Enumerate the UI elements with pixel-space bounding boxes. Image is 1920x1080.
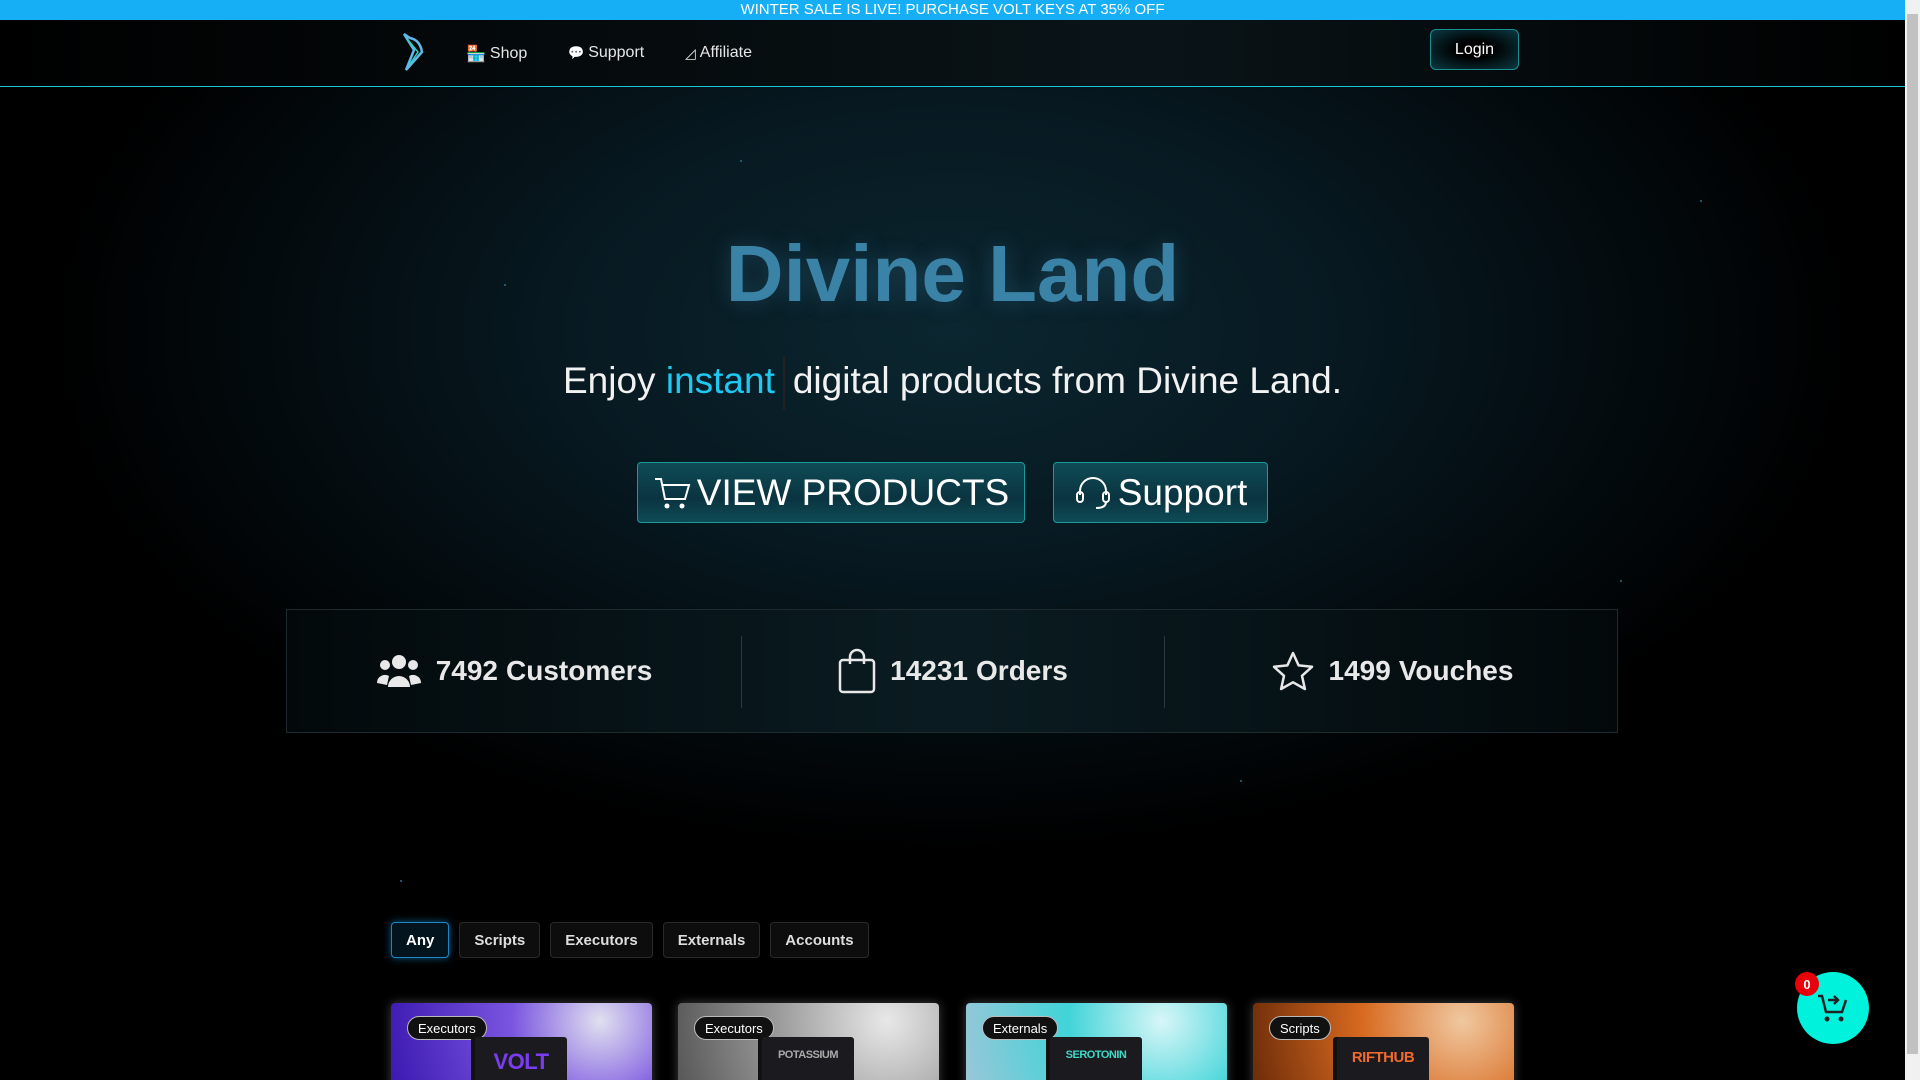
product-box-image: SEROTONIN	[1050, 1037, 1142, 1080]
product-card-serotonin[interactable]: Externals SEROTONIN	[966, 1003, 1227, 1080]
nav-label: Affiliate	[699, 44, 752, 61]
view-products-button[interactable]: VIEW PRODUCTS	[637, 462, 1025, 523]
cart-count-badge: 0	[1795, 972, 1819, 996]
hero-subtitle: Enjoy instant digital products from Divin…	[0, 356, 1905, 410]
product-card-rifthub[interactable]: Scripts RIFTHUB	[1253, 1003, 1514, 1080]
sale-banner[interactable]: WINTER SALE IS LIVE! PURCHASE VOLT KEYS …	[0, 0, 1905, 20]
nav-support[interactable]: 💬 Support	[568, 44, 644, 62]
logo-icon[interactable]	[400, 32, 426, 72]
scrollbar[interactable]	[1905, 0, 1920, 1080]
header: 🏪 Shop 💬 Support ◿ Affiliate Login	[0, 20, 1905, 87]
page-title: Divine Land	[725, 229, 1180, 318]
product-card-volt[interactable]: Executors VOLT	[391, 1003, 652, 1080]
product-card-potassium[interactable]: Executors POTASSIUM	[678, 1003, 939, 1080]
nav-label: Support	[588, 44, 645, 61]
filter-any[interactable]: Any	[391, 922, 450, 958]
stat-label: Customers	[506, 655, 653, 686]
chat-icon: 💬	[568, 45, 585, 60]
nav-label: Shop	[489, 45, 528, 62]
typing-caret	[782, 356, 785, 410]
product-tag: Scripts	[1269, 1016, 1331, 1040]
product-tag: Executors	[407, 1016, 487, 1040]
headset-icon	[1075, 476, 1110, 509]
chart-icon: ◿	[685, 44, 696, 61]
product-box-image: POTASSIUM	[762, 1037, 854, 1080]
subtitle-post: digital products from Divine Land.	[792, 359, 1342, 401]
store-icon: 🏪	[466, 46, 486, 63]
cart-arrow-icon	[1818, 994, 1848, 1022]
product-tag: Externals	[982, 1016, 1059, 1040]
view-products-label: VIEW PRODUCTS	[696, 471, 1010, 513]
stat-vouches: 1499 Vouches	[1165, 610, 1619, 732]
subtitle-highlight: instant	[665, 359, 775, 401]
stat-orders: 14231 Orders	[742, 610, 1164, 732]
filter-executors[interactable]: Executors	[550, 922, 653, 958]
stat-value: 1499	[1328, 655, 1391, 686]
product-name: SEROTONIN	[1065, 1049, 1127, 1061]
scrollbar-thumb[interactable]	[1907, 14, 1918, 1054]
product-name: VOLT	[493, 1049, 549, 1074]
page: WINTER SALE IS LIVE! PURCHASE VOLT KEYS …	[0, 0, 1905, 1080]
users-icon	[376, 655, 421, 687]
stat-customers: 7492 Customers	[287, 610, 741, 732]
stats-panel: 7492 Customers 14231 Orders 1499 Vouches	[286, 609, 1618, 733]
filter-externals[interactable]: Externals	[662, 922, 761, 958]
stat-value: 14231	[890, 655, 969, 686]
stat-label: Orders	[976, 655, 1068, 686]
product-box-image: RIFTHUB	[1337, 1037, 1429, 1080]
nav-affiliate[interactable]: ◿ Affiliate	[685, 44, 752, 62]
product-tag: Executors	[694, 1016, 774, 1040]
filter-scripts[interactable]: Scripts	[459, 922, 541, 958]
support-button[interactable]: Support	[1053, 462, 1268, 523]
support-label: Support	[1117, 471, 1248, 513]
nav-shop[interactable]: 🏪 Shop	[466, 44, 527, 64]
product-box-image: VOLT	[475, 1037, 567, 1080]
product-name: RIFTHUB	[1351, 1049, 1415, 1066]
stat-value: 7492	[435, 655, 499, 686]
filter-accounts[interactable]: Accounts	[770, 922, 869, 958]
category-filters: Any Scripts Executors Externals Accounts	[391, 922, 869, 958]
shopping-bag-icon	[838, 648, 876, 694]
subtitle-pre: Enjoy	[563, 359, 656, 401]
stat-label: Vouches	[1398, 655, 1514, 686]
login-button[interactable]: Login	[1430, 29, 1519, 70]
star-icon	[1272, 651, 1313, 691]
cart-icon	[654, 477, 691, 508]
product-name: POTASSIUM	[777, 1049, 839, 1061]
